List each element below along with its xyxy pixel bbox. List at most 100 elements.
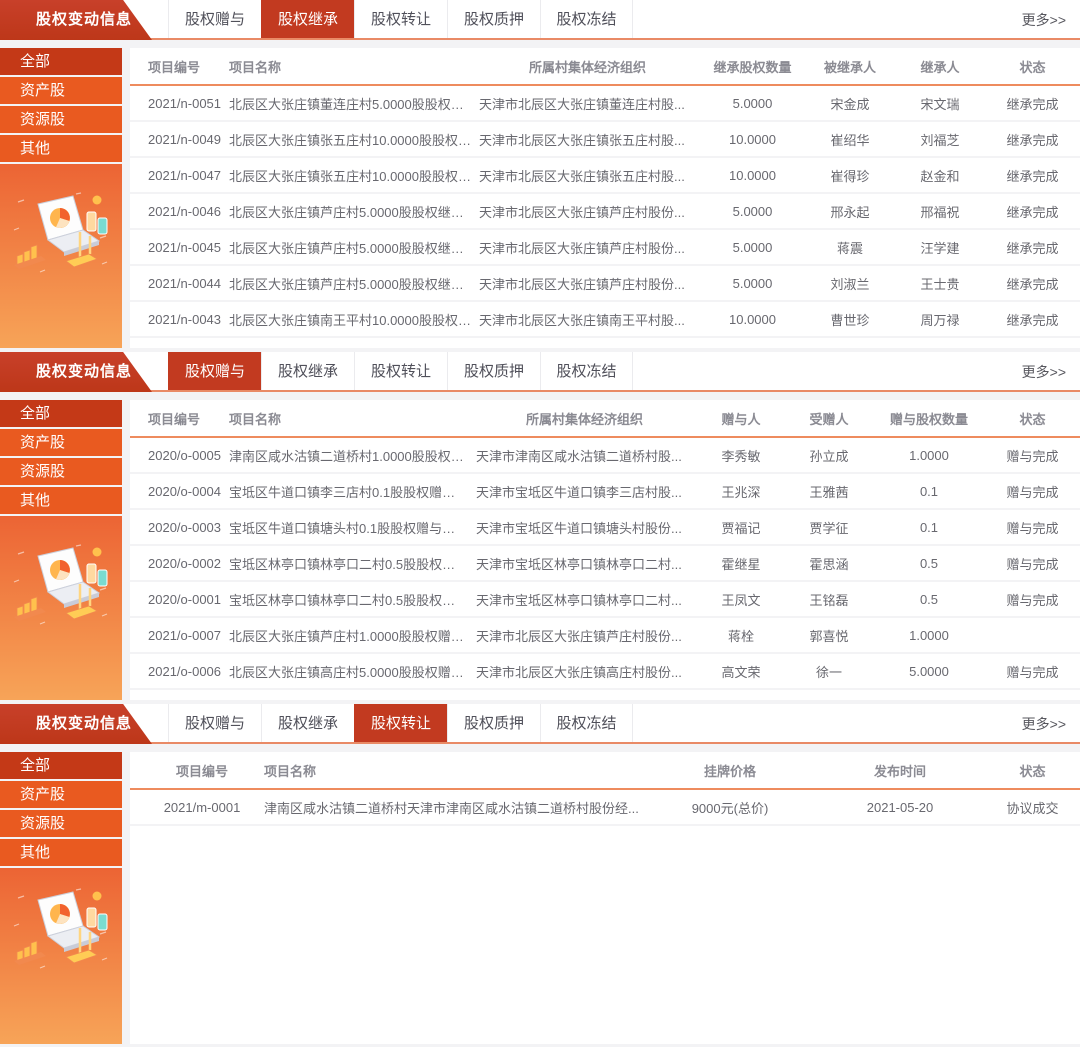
cell-project-id: 2021/n-0051 xyxy=(130,96,225,111)
cell-project-id: 2020/o-0005 xyxy=(130,448,225,463)
more-link[interactable]: 更多>> xyxy=(1022,0,1080,38)
column-header: 项目名称 xyxy=(225,409,472,428)
cell-listing-price: 9000元(总价) xyxy=(645,798,815,817)
column-header: 受赠人 xyxy=(785,409,873,428)
cell-status: 赠与完成 xyxy=(985,662,1080,681)
cell-gift-share-qty: 0.5 xyxy=(873,592,985,607)
sidebar-item-other[interactable]: 其他 xyxy=(0,135,122,162)
cell-gift-share-qty: 1.0000 xyxy=(873,448,985,463)
sidebar-item-asset-shares[interactable]: 资产股 xyxy=(0,781,122,808)
tab-equity-freeze[interactable]: 股权冻结 xyxy=(540,352,633,390)
equity-change-page: 股权变动信息股权赠与股权继承股权转让股权质押股权冻结更多>>全部资产股资源股其他… xyxy=(0,0,1080,1044)
tab-equity-pledge[interactable]: 股权质押 xyxy=(447,704,540,742)
table-row[interactable]: 2021/n-0051北辰区大张庄镇董连庄村5.0000股股权继...天津市北辰… xyxy=(130,86,1080,122)
table-row[interactable]: 2021/o-0006北辰区大张庄镇高庄村5.0000股股权赠与...天津市北辰… xyxy=(130,654,1080,690)
cell-project-name: 宝坻区牛道口镇李三店村0.1股股权赠与项目 xyxy=(225,482,472,501)
section-header-bar: 股权变动信息股权赠与股权继承股权转让股权质押股权冻结更多>> xyxy=(0,0,1080,40)
table-row[interactable]: 2020/o-0003宝坻区牛道口镇塘头村0.1股股权赠与项目天津市宝坻区牛道口… xyxy=(130,510,1080,546)
tab-equity-freeze[interactable]: 股权冻结 xyxy=(540,704,633,742)
tab-equity-pledge[interactable]: 股权质押 xyxy=(447,352,540,390)
more-link[interactable]: 更多>> xyxy=(1022,704,1080,742)
tab-equity-pledge[interactable]: 股权质押 xyxy=(447,0,540,38)
cell-inheritor: 周万禄 xyxy=(895,310,985,329)
cell-donor: 王兆深 xyxy=(697,482,785,501)
cell-project-id: 2020/o-0002 xyxy=(130,556,225,571)
cell-village-collective-org: 天津市北辰区大张庄镇董连庄村股... xyxy=(475,94,700,113)
column-header: 被继承人 xyxy=(805,57,895,76)
category-sidebar: 全部资产股资源股其他 xyxy=(0,752,122,1044)
cell-status: 继承完成 xyxy=(985,130,1080,149)
cell-project-id: 2020/o-0001 xyxy=(130,592,225,607)
cell-project-id: 2021/n-0044 xyxy=(130,276,225,291)
cell-project-id: 2021/n-0047 xyxy=(130,168,225,183)
sidebar-item-resource-shares[interactable]: 资源股 xyxy=(0,458,122,485)
cell-village-collective-org: 天津市北辰区大张庄镇南王平村股... xyxy=(475,310,700,329)
tab-equity-gift[interactable]: 股权赠与 xyxy=(168,0,261,38)
cell-inherit-share-qty: 5.0000 xyxy=(700,240,805,255)
tab-equity-transfer[interactable]: 股权转让 xyxy=(354,352,447,390)
tab-equity-inheritance[interactable]: 股权继承 xyxy=(261,0,354,38)
records-table: 项目编号项目名称挂牌价格发布时间状态2021/m-0001津南区咸水沽镇二道桥村… xyxy=(130,752,1080,1044)
cell-project-id: 2021/n-0046 xyxy=(130,204,225,219)
records-table: 项目编号项目名称所属村集体经济组织继承股权数量被继承人继承人状态2021/n-0… xyxy=(130,48,1080,348)
cell-decedent: 崔绍华 xyxy=(805,130,895,149)
sidebar-item-asset-shares[interactable]: 资产股 xyxy=(0,77,122,104)
table-row[interactable]: 2020/o-0001宝坻区林亭口镇林亭口二村0.5股股权赠与...天津市宝坻区… xyxy=(130,582,1080,618)
table-row[interactable]: 2020/o-0005津南区咸水沽镇二道桥村1.0000股股权赠...天津市津南… xyxy=(130,438,1080,474)
cell-village-collective-org: 天津市北辰区大张庄镇芦庄村股份... xyxy=(472,626,697,645)
tab-strip: 股权赠与股权继承股权转让股权质押股权冻结 xyxy=(168,704,633,742)
tab-equity-freeze[interactable]: 股权冻结 xyxy=(540,0,633,38)
cell-inheritor: 赵金和 xyxy=(895,166,985,185)
column-header: 项目编号 xyxy=(130,409,225,428)
tab-equity-gift[interactable]: 股权赠与 xyxy=(168,704,261,742)
column-header: 状态 xyxy=(985,409,1080,428)
tab-equity-transfer[interactable]: 股权转让 xyxy=(354,0,447,38)
cell-inheritor: 邢福祝 xyxy=(895,202,985,221)
cell-project-name: 宝坻区林亭口镇林亭口二村0.5股股权赠与... xyxy=(225,554,472,573)
sidebar-item-other[interactable]: 其他 xyxy=(0,839,122,866)
more-link[interactable]: 更多>> xyxy=(1022,352,1080,390)
sidebar-item-all[interactable]: 全部 xyxy=(0,400,122,427)
sidebar-item-all[interactable]: 全部 xyxy=(0,752,122,779)
cell-inherit-share-qty: 10.0000 xyxy=(700,312,805,327)
cell-project-id: 2021/m-0001 xyxy=(130,800,260,815)
table-row[interactable]: 2021/n-0047北辰区大张庄镇张五庄村10.0000股股权继...天津市北… xyxy=(130,158,1080,194)
cell-inherit-share-qty: 10.0000 xyxy=(700,132,805,147)
tab-equity-inheritance[interactable]: 股权继承 xyxy=(261,704,354,742)
cell-status: 继承完成 xyxy=(985,274,1080,293)
tab-equity-inheritance[interactable]: 股权继承 xyxy=(261,352,354,390)
cell-publish-date: 2021-05-20 xyxy=(815,800,985,815)
table-row[interactable]: 2021/o-0007北辰区大张庄镇芦庄村1.0000股股权赠与...天津市北辰… xyxy=(130,618,1080,654)
table-row[interactable]: 2021/n-0049北辰区大张庄镇张五庄村10.0000股股权继...天津市北… xyxy=(130,122,1080,158)
cell-inherit-share-qty: 10.0000 xyxy=(700,168,805,183)
cell-recipient: 王雅茜 xyxy=(785,482,873,501)
column-header: 项目名称 xyxy=(225,57,475,76)
cell-decedent: 刘淑兰 xyxy=(805,274,895,293)
sidebar-item-resource-shares[interactable]: 资源股 xyxy=(0,810,122,837)
table-row[interactable]: 2020/o-0002宝坻区林亭口镇林亭口二村0.5股股权赠与...天津市宝坻区… xyxy=(130,546,1080,582)
table-row[interactable]: 2021/n-0043北辰区大张庄镇南王平村10.0000股股权继...天津市北… xyxy=(130,302,1080,338)
cell-project-name: 北辰区大张庄镇张五庄村10.0000股股权继... xyxy=(225,166,475,185)
sidebar-item-other[interactable]: 其他 xyxy=(0,487,122,514)
cell-village-collective-org: 天津市北辰区大张庄镇张五庄村股... xyxy=(475,166,700,185)
table-row[interactable]: 2020/o-0004宝坻区牛道口镇李三店村0.1股股权赠与项目天津市宝坻区牛道… xyxy=(130,474,1080,510)
sidebar-item-all[interactable]: 全部 xyxy=(0,48,122,75)
cell-project-id: 2020/o-0003 xyxy=(130,520,225,535)
cell-project-name: 津南区咸水沽镇二道桥村天津市津南区咸水沽镇二道桥村股份经... xyxy=(260,798,645,817)
tab-equity-gift[interactable]: 股权赠与 xyxy=(168,352,261,390)
table-row[interactable]: 2021/n-0044北辰区大张庄镇芦庄村5.0000股股权继承...天津市北辰… xyxy=(130,266,1080,302)
table-header-row: 项目编号项目名称所属村集体经济组织赠与人受赠人赠与股权数量状态 xyxy=(130,400,1080,438)
table-row[interactable]: 2021/m-0001津南区咸水沽镇二道桥村天津市津南区咸水沽镇二道桥村股份经.… xyxy=(130,790,1080,826)
sidebar-item-asset-shares[interactable]: 资产股 xyxy=(0,429,122,456)
table-row[interactable]: 2021/n-0046北辰区大张庄镇芦庄村5.0000股股权继承...天津市北辰… xyxy=(130,194,1080,230)
cell-gift-share-qty: 5.0000 xyxy=(873,664,985,679)
table-row[interactable]: 2021/n-0045北辰区大张庄镇芦庄村5.0000股股权继承...天津市北辰… xyxy=(130,230,1080,266)
cell-project-name: 北辰区大张庄镇南王平村10.0000股股权继... xyxy=(225,310,475,329)
cell-project-id: 2021/n-0049 xyxy=(130,132,225,147)
cell-project-name: 北辰区大张庄镇高庄村5.0000股股权赠与... xyxy=(225,662,472,681)
cell-gift-share-qty: 0.1 xyxy=(873,520,985,535)
section-content: 全部资产股资源股其他 项目编号项目名称挂牌价格发布时间状态2021/m-0001… xyxy=(0,752,1080,1044)
tab-equity-transfer[interactable]: 股权转让 xyxy=(354,704,447,742)
sidebar-item-resource-shares[interactable]: 资源股 xyxy=(0,106,122,133)
cell-status: 赠与完成 xyxy=(985,446,1080,465)
